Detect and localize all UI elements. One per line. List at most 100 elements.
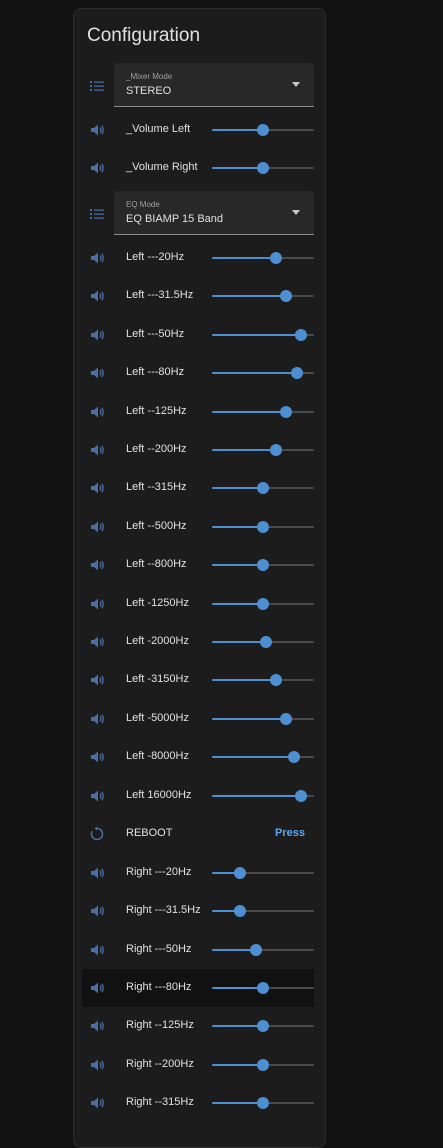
slider-thumb[interactable] bbox=[257, 1096, 269, 1109]
level-slider[interactable] bbox=[212, 1019, 314, 1033]
level-slider[interactable] bbox=[212, 251, 314, 265]
slider-label: Right ---20Hz bbox=[126, 866, 192, 878]
reboot-row: REBOOT Press bbox=[82, 815, 314, 853]
slider-thumb[interactable] bbox=[257, 1058, 269, 1071]
volume-icon bbox=[91, 674, 104, 686]
slider-thumb[interactable] bbox=[233, 905, 246, 918]
dropdown-arrow-icon bbox=[292, 210, 300, 215]
level-slider[interactable] bbox=[212, 635, 314, 649]
level-slider[interactable] bbox=[212, 1096, 314, 1110]
level-slider[interactable] bbox=[212, 673, 314, 687]
level-slider[interactable] bbox=[212, 328, 314, 342]
slider-thumb[interactable] bbox=[257, 520, 269, 533]
level-slider[interactable] bbox=[212, 481, 314, 495]
volume-icon bbox=[91, 521, 104, 533]
level-slider[interactable] bbox=[212, 1058, 314, 1072]
volume-icon bbox=[91, 598, 104, 610]
slider-thumb[interactable] bbox=[257, 1020, 269, 1033]
slider-thumb[interactable] bbox=[257, 482, 269, 495]
slider-thumb[interactable] bbox=[287, 751, 300, 764]
slider-fill bbox=[212, 1101, 263, 1104]
format-list-icon bbox=[90, 209, 104, 219]
slider-row: _Volume Left bbox=[82, 111, 314, 149]
slider-row: Left 16000Hz bbox=[82, 777, 314, 815]
slider-row: Right --125Hz bbox=[82, 1007, 314, 1045]
level-slider[interactable] bbox=[212, 789, 314, 803]
slider-label: Left -2000Hz bbox=[126, 635, 189, 647]
volume-icon bbox=[91, 790, 104, 802]
level-slider[interactable] bbox=[212, 366, 314, 380]
slider-row: Left --800Hz bbox=[82, 546, 314, 584]
slider-row: Left --200Hz bbox=[82, 431, 314, 469]
reboot-press-button[interactable]: Press bbox=[275, 827, 305, 839]
slider-thumb[interactable] bbox=[280, 290, 293, 303]
level-slider[interactable] bbox=[212, 750, 314, 764]
mixer-mode-select[interactable]: _Mixer Mode STEREO bbox=[114, 63, 314, 107]
slider-thumb[interactable] bbox=[257, 162, 269, 174]
slider-fill bbox=[212, 257, 277, 259]
slider-row: Left -1250Hz bbox=[82, 585, 314, 623]
volume-icon bbox=[91, 124, 104, 136]
slider-thumb[interactable] bbox=[270, 252, 283, 264]
format-list-icon bbox=[90, 81, 104, 91]
slider-thumb[interactable] bbox=[294, 789, 307, 802]
volume-icon bbox=[91, 406, 104, 418]
slider-fill bbox=[212, 372, 297, 375]
level-slider[interactable] bbox=[212, 943, 314, 957]
slider-row: Right ---20Hz bbox=[82, 854, 314, 892]
dropdown-arrow-icon bbox=[292, 82, 300, 87]
eq-mode-value: EQ BIAMP 15 Band bbox=[126, 213, 224, 225]
eq-mode-label: EQ Mode bbox=[126, 200, 160, 209]
slider-label: _Volume Right bbox=[126, 161, 198, 173]
slider-fill bbox=[212, 717, 287, 720]
slider-thumb[interactable] bbox=[270, 674, 283, 687]
slider-thumb[interactable] bbox=[257, 597, 269, 610]
slider-label: Left -3150Hz bbox=[126, 673, 189, 686]
slider-label: Right ---80Hz bbox=[126, 980, 192, 993]
level-slider[interactable] bbox=[212, 712, 314, 726]
slider-thumb[interactable] bbox=[257, 124, 269, 136]
slider-thumb[interactable] bbox=[280, 712, 293, 725]
volume-icon bbox=[91, 905, 104, 917]
volume-icon bbox=[91, 162, 104, 174]
level-slider[interactable] bbox=[212, 558, 314, 572]
slider-row: Left ---31.5Hz bbox=[82, 277, 314, 315]
level-slider[interactable] bbox=[212, 405, 314, 419]
level-slider[interactable] bbox=[212, 597, 314, 611]
level-slider[interactable] bbox=[212, 520, 314, 534]
slider-label: Right ---50Hz bbox=[126, 942, 192, 955]
volume-icon bbox=[91, 482, 104, 494]
slider-row: _Volume Right bbox=[82, 149, 314, 187]
slider-label: Right --200Hz bbox=[126, 1057, 194, 1070]
volume-icon bbox=[91, 982, 104, 994]
slider-label: Left -1250Hz bbox=[126, 596, 189, 609]
slider-thumb[interactable] bbox=[270, 444, 283, 456]
slider-fill bbox=[212, 167, 263, 169]
slider-label: Left --315Hz bbox=[126, 481, 187, 494]
slider-thumb[interactable] bbox=[290, 367, 303, 380]
card-title: Configuration bbox=[87, 25, 201, 46]
level-slider[interactable] bbox=[212, 981, 314, 995]
level-slider[interactable] bbox=[212, 161, 314, 175]
level-slider[interactable] bbox=[212, 123, 314, 137]
level-slider[interactable] bbox=[212, 866, 314, 880]
slider-row: Left --315Hz bbox=[82, 469, 314, 507]
slider-thumb[interactable] bbox=[257, 981, 269, 994]
slider-fill bbox=[212, 1025, 263, 1028]
slider-label: Left --500Hz bbox=[126, 519, 187, 532]
slider-thumb[interactable] bbox=[257, 559, 269, 572]
slider-row: Left ---80Hz bbox=[82, 354, 314, 392]
slider-thumb[interactable] bbox=[294, 328, 307, 341]
eq-mode-select[interactable]: EQ Mode EQ BIAMP 15 Band bbox=[114, 191, 314, 235]
level-slider[interactable] bbox=[212, 443, 314, 457]
volume-icon bbox=[91, 867, 104, 879]
slider-thumb[interactable] bbox=[260, 636, 273, 648]
slider-thumb[interactable] bbox=[280, 405, 293, 418]
reboot-label: REBOOT bbox=[126, 827, 173, 839]
level-slider[interactable] bbox=[212, 904, 314, 918]
slider-label: Right ---31.5Hz bbox=[126, 904, 201, 917]
level-slider[interactable] bbox=[212, 289, 314, 303]
slider-thumb[interactable] bbox=[233, 867, 246, 879]
volume-icon bbox=[91, 1059, 104, 1070]
slider-thumb[interactable] bbox=[249, 943, 262, 956]
